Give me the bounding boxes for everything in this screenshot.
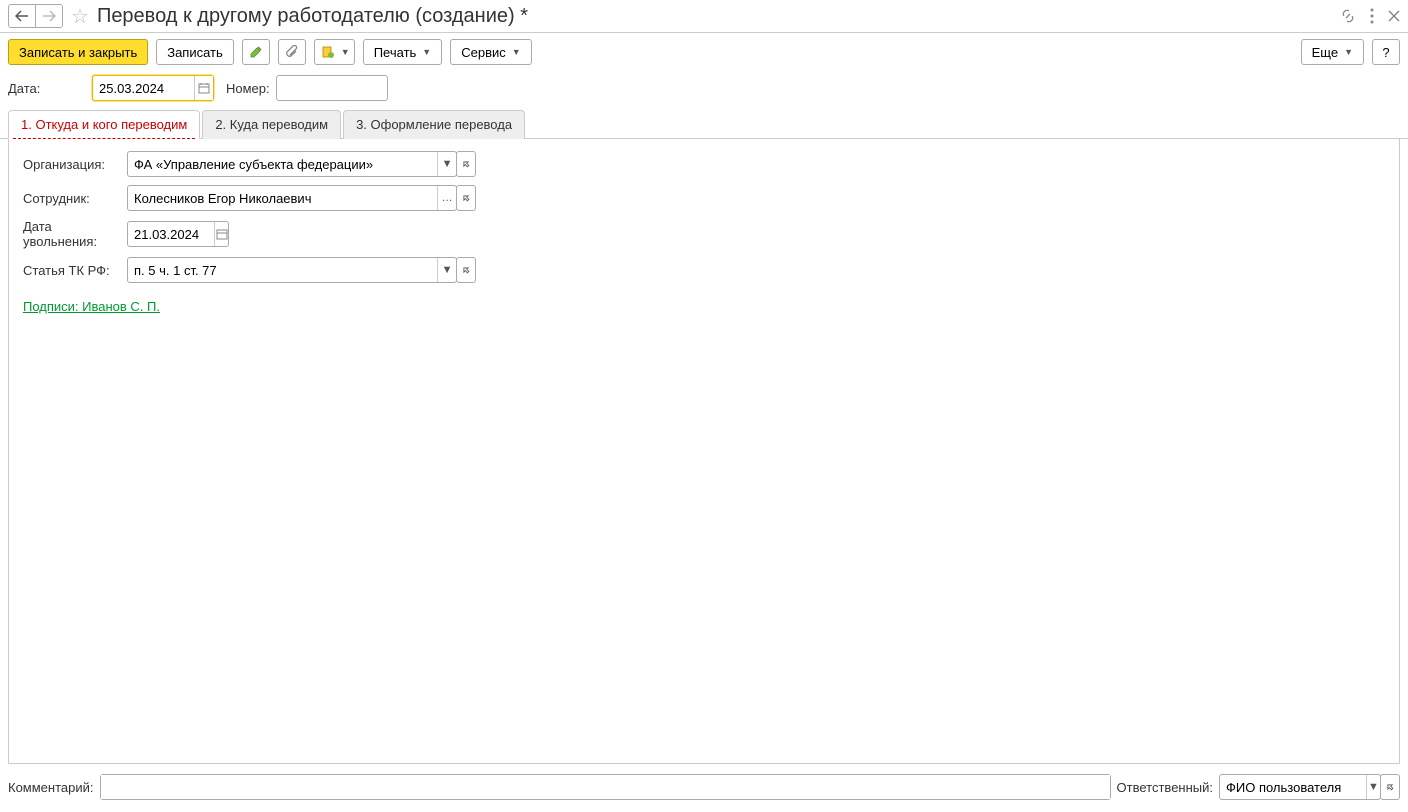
favorite-star-icon[interactable]: ☆	[71, 4, 89, 29]
create-based-on-button[interactable]: ▼	[314, 39, 355, 65]
employee-label: Сотрудник:	[23, 191, 127, 206]
highlight-button[interactable]	[242, 39, 270, 65]
article-input[interactable]	[128, 258, 437, 282]
ellipsis-icon[interactable]: …	[437, 186, 456, 210]
organization-label: Организация:	[23, 157, 127, 172]
comment-input-wrap	[100, 774, 1111, 800]
date-label: Дата:	[8, 81, 86, 96]
save-button[interactable]: Записать	[156, 39, 234, 65]
responsible-input[interactable]	[1220, 775, 1366, 799]
organization-input[interactable]	[128, 152, 437, 176]
dismiss-date-wrap	[127, 221, 229, 247]
comment-input[interactable]	[101, 775, 1110, 799]
chevron-down-icon[interactable]: ▼	[1366, 775, 1380, 799]
chevron-down-icon: ▼	[422, 47, 431, 57]
tab-processing[interactable]: 3. Оформление перевода	[343, 110, 525, 139]
close-icon[interactable]	[1388, 10, 1400, 22]
open-organization-icon[interactable]	[456, 151, 476, 177]
calendar-icon[interactable]	[214, 222, 228, 246]
dismiss-date-label: Дата увольнения:	[23, 219, 127, 249]
date-input[interactable]	[93, 76, 194, 100]
open-article-icon[interactable]	[456, 257, 476, 283]
attach-button[interactable]	[278, 39, 306, 65]
chevron-down-icon[interactable]: ▼	[437, 258, 456, 282]
number-input[interactable]	[277, 76, 387, 100]
save-and-close-button[interactable]: Записать и закрыть	[8, 39, 148, 65]
chevron-down-icon: ▼	[512, 47, 521, 57]
open-responsible-icon[interactable]	[1380, 774, 1400, 800]
help-button[interactable]: ?	[1372, 39, 1400, 65]
more-menu-icon[interactable]	[1370, 8, 1374, 24]
dismiss-date-input[interactable]	[128, 222, 214, 246]
nav-forward-button[interactable]	[35, 5, 62, 27]
calendar-icon[interactable]	[194, 76, 213, 100]
more-button[interactable]: Еще ▼	[1301, 39, 1364, 65]
date-input-wrap	[92, 75, 214, 101]
print-label: Печать	[374, 45, 417, 60]
article-label: Статья ТК РФ:	[23, 263, 127, 278]
service-label: Сервис	[461, 45, 506, 60]
print-button[interactable]: Печать ▼	[363, 39, 443, 65]
open-employee-icon[interactable]	[456, 185, 476, 211]
page-title: Перевод к другому работодателю (создание…	[97, 5, 1340, 28]
organization-combo: ▼	[127, 151, 457, 177]
responsible-label: Ответственный:	[1117, 780, 1213, 795]
employee-input[interactable]	[128, 186, 437, 210]
chevron-down-icon: ▼	[341, 47, 350, 57]
number-input-wrap	[276, 75, 388, 101]
tab-where-to[interactable]: 2. Куда переводим	[202, 110, 341, 139]
comment-label: Комментарий:	[8, 780, 94, 795]
article-combo: ▼	[127, 257, 457, 283]
link-icon[interactable]	[1340, 8, 1356, 24]
signature-link[interactable]: Подписи: Иванов С. П.	[23, 299, 160, 314]
tab-from-whom[interactable]: 1. Откуда и кого переводим	[8, 110, 200, 139]
number-label: Номер:	[226, 81, 270, 96]
chevron-down-icon: ▼	[1344, 47, 1353, 57]
responsible-combo: ▼	[1219, 774, 1381, 800]
service-button[interactable]: Сервис ▼	[450, 39, 531, 65]
chevron-down-icon[interactable]: ▼	[437, 152, 456, 176]
nav-back-button[interactable]	[9, 5, 35, 27]
more-label: Еще	[1312, 45, 1338, 60]
employee-combo: …	[127, 185, 457, 211]
